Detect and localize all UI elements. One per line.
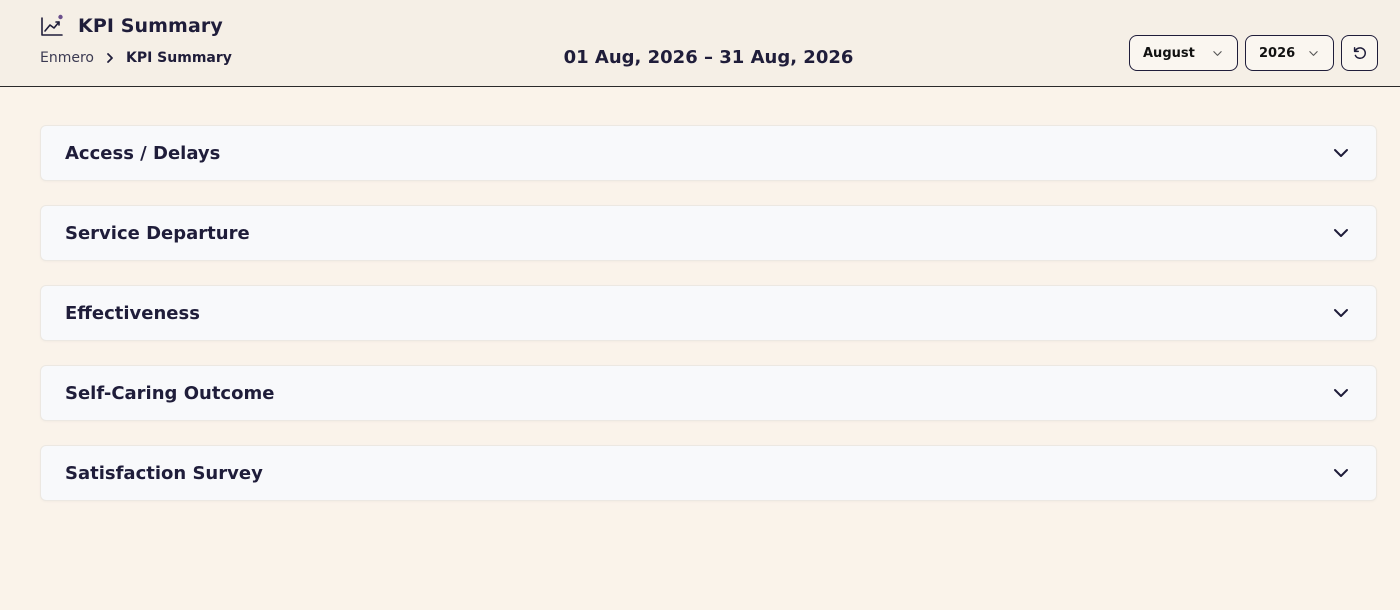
chevron-down-icon (1309, 50, 1318, 56)
kpi-sections-list: Access / Delays Service Departure Effect… (40, 125, 1377, 525)
section-service-departure[interactable]: Service Departure (40, 205, 1377, 261)
year-select[interactable]: 2026 (1245, 35, 1334, 71)
section-access-delays[interactable]: Access / Delays (40, 125, 1377, 181)
chevron-down-icon (1334, 229, 1348, 237)
section-satisfaction-survey[interactable]: Satisfaction Survey (40, 445, 1377, 501)
title-row: KPI Summary (40, 14, 223, 38)
section-title: Effectiveness (65, 302, 200, 324)
year-select-value: 2026 (1259, 45, 1296, 61)
section-title: Access / Delays (65, 142, 221, 164)
section-title: Self-Caring Outcome (65, 382, 275, 404)
section-self-caring-outcome[interactable]: Self-Caring Outcome (40, 365, 1377, 421)
month-select[interactable]: August (1129, 35, 1238, 71)
page-header: KPI Summary Enmero KPI Summary 01 Aug, 2… (0, 0, 1400, 87)
section-title: Service Departure (65, 222, 250, 244)
month-select-value: August (1143, 45, 1195, 61)
refresh-icon (1353, 47, 1366, 60)
section-effectiveness[interactable]: Effectiveness (40, 285, 1377, 341)
chevron-down-icon (1334, 389, 1348, 397)
trending-chart-icon (41, 14, 63, 36)
reset-button[interactable] (1341, 35, 1378, 71)
page-title: KPI Summary (78, 15, 223, 37)
chevron-down-icon (1334, 309, 1348, 317)
section-title: Satisfaction Survey (65, 462, 263, 484)
chevron-down-icon (1334, 469, 1348, 477)
chevron-down-icon (1213, 50, 1222, 56)
chevron-down-icon (1334, 149, 1348, 157)
